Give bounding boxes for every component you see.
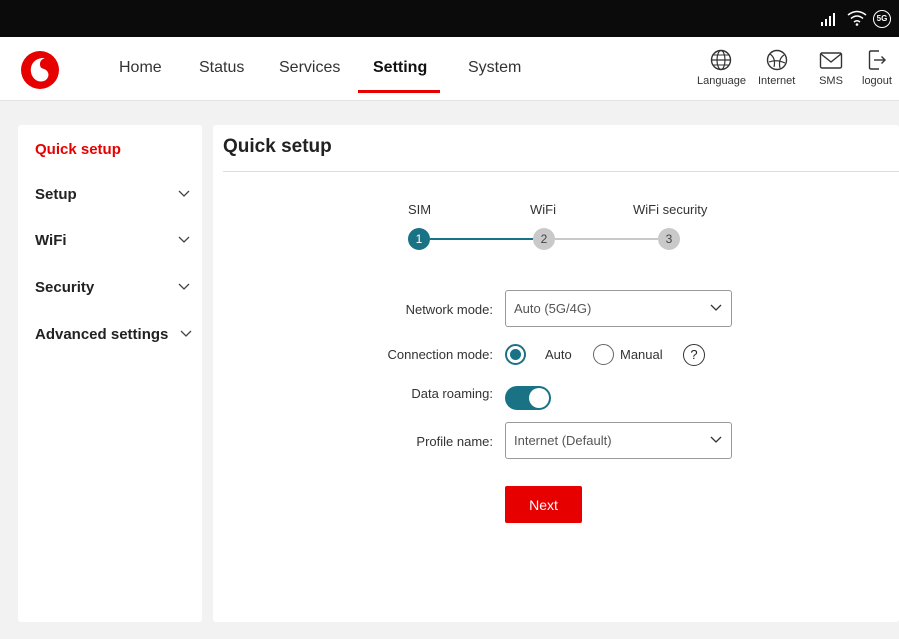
- toggle-knob: [529, 388, 549, 408]
- sidebar-item-security[interactable]: Security: [35, 279, 94, 296]
- network-mode-value: Auto (5G/4G): [514, 301, 592, 316]
- globe-icon: [711, 49, 732, 71]
- profile-name-label: Profile name:: [416, 434, 493, 449]
- chevron-down-icon[interactable]: [178, 283, 190, 291]
- data-roaming-toggle[interactable]: [505, 386, 551, 410]
- nav-setting[interactable]: Setting: [373, 59, 427, 77]
- step-1-indicator: 1: [408, 228, 430, 250]
- nav-system[interactable]: System: [468, 59, 521, 77]
- sms-button[interactable]: SMS: [819, 49, 843, 87]
- quick-setup-panel: Quick setup SIM WiFi WiFi security 1 2 3…: [213, 125, 899, 622]
- chevron-down-icon[interactable]: [180, 330, 192, 338]
- connection-mode-manual-radio[interactable]: [593, 344, 614, 365]
- main-header: Home Status Services Setting System Lang…: [0, 37, 899, 101]
- step-label-wifi: WiFi: [530, 202, 556, 217]
- language-button[interactable]: Language: [697, 49, 746, 87]
- chevron-down-icon[interactable]: [178, 236, 190, 244]
- sidebar-item-wifi[interactable]: WiFi: [35, 232, 67, 249]
- internet-label: Internet: [758, 75, 796, 87]
- connection-mode-auto-radio[interactable]: [505, 344, 526, 365]
- wifi-icon: [847, 10, 867, 26]
- connection-mode-label: Connection mode:: [387, 347, 493, 362]
- connection-mode-auto-label[interactable]: Auto: [545, 347, 572, 362]
- chevron-down-icon[interactable]: [178, 190, 190, 198]
- step-connector-1: [430, 238, 533, 240]
- active-nav-indicator: [358, 90, 440, 93]
- logout-button[interactable]: logout: [862, 49, 892, 87]
- chevron-down-icon: [710, 304, 722, 311]
- network-5g-icon: 5G: [873, 10, 891, 28]
- help-icon[interactable]: ?: [683, 344, 705, 366]
- next-button[interactable]: Next: [505, 486, 582, 523]
- step-3-indicator: 3: [658, 228, 680, 250]
- sidebar-item-quick-setup[interactable]: Quick setup: [35, 141, 121, 158]
- chevron-down-icon: [710, 436, 722, 443]
- connection-mode-manual-label[interactable]: Manual: [620, 347, 663, 362]
- data-roaming-label: Data roaming:: [411, 386, 493, 401]
- internet-button[interactable]: Internet: [758, 49, 795, 87]
- logout-label: logout: [862, 75, 892, 87]
- title-divider: [223, 171, 899, 172]
- sms-label: SMS: [819, 75, 843, 87]
- signal-icon: [821, 13, 835, 26]
- status-bar: 5G: [0, 0, 899, 37]
- step-label-sim: SIM: [408, 202, 432, 217]
- page-title: Quick setup: [223, 136, 332, 157]
- sidebar-item-advanced-settings[interactable]: Advanced settings: [35, 326, 168, 343]
- logout-icon: [868, 50, 886, 70]
- internet-icon: [766, 49, 787, 71]
- vodafone-logo[interactable]: [18, 50, 62, 90]
- language-label: Language: [697, 75, 746, 87]
- profile-name-value: Internet (Default): [514, 433, 612, 448]
- step-2-indicator: 2: [533, 228, 555, 250]
- step-label-wifi-security: WiFi security: [633, 202, 708, 217]
- profile-name-select[interactable]: Internet (Default): [505, 422, 732, 459]
- network-mode-label: Network mode:: [405, 302, 493, 317]
- nav-home[interactable]: Home: [119, 59, 162, 77]
- step-connector-2: [555, 238, 658, 240]
- settings-sidebar: Quick setup Setup WiFi Security Advanced…: [18, 125, 202, 622]
- network-mode-select[interactable]: Auto (5G/4G): [505, 290, 732, 327]
- nav-status[interactable]: Status: [199, 59, 244, 77]
- sidebar-item-setup[interactable]: Setup: [35, 186, 77, 203]
- envelope-icon: [819, 52, 843, 69]
- nav-services[interactable]: Services: [279, 59, 340, 77]
